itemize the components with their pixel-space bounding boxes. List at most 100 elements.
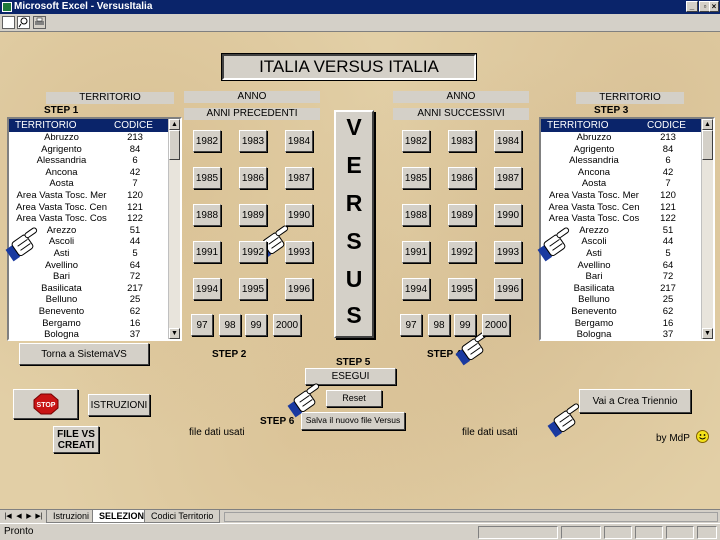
versus-letter: R	[345, 190, 363, 216]
year-button[interactable]: 1996	[285, 278, 313, 300]
year-button[interactable]: 1988	[193, 204, 221, 226]
year-button[interactable]: 1983	[448, 130, 476, 152]
list-item[interactable]: Bologna 37	[541, 329, 701, 341]
year-button[interactable]: 1982	[193, 130, 221, 152]
stop-button[interactable]: STOP	[13, 389, 78, 419]
tab-istruzioni[interactable]: Istruzioni	[46, 510, 97, 523]
territorio-code: 120	[660, 190, 676, 201]
scroll-thumb[interactable]	[702, 130, 713, 160]
list-item[interactable]: Agrigento 84	[9, 144, 168, 156]
list-item[interactable]: Ancona 42	[9, 167, 168, 179]
status-panel	[697, 526, 717, 539]
list-item[interactable]: Benevento 62	[9, 306, 168, 318]
year-button[interactable]: 1987	[494, 167, 522, 189]
list-item[interactable]: Aosta 7	[541, 178, 701, 190]
list-item[interactable]: Ancona 42	[541, 167, 701, 179]
list-item[interactable]: Bologna 37	[9, 329, 168, 341]
first-sheet-icon[interactable]: |◀	[3, 512, 13, 522]
close-button[interactable]: ×	[709, 1, 719, 12]
year-button[interactable]: 1993	[285, 241, 313, 263]
year-button[interactable]: 98	[219, 314, 241, 336]
list-item[interactable]: Alessandria 6	[541, 155, 701, 167]
list-item[interactable]: Bergamo 16	[9, 318, 168, 330]
list-item[interactable]: Belluno 25	[541, 294, 701, 306]
list-item[interactable]: Belluno 25	[9, 294, 168, 306]
year-button[interactable]: 1995	[239, 278, 267, 300]
minimize-button[interactable]: _	[686, 1, 698, 12]
year-button[interactable]: 97	[400, 314, 422, 336]
list-item[interactable]: Benevento 62	[541, 306, 701, 318]
torna-sistemavs-button[interactable]: Torna a SistemaVS	[19, 343, 149, 365]
list-scrollbar[interactable]: ▲ ▼	[168, 119, 180, 339]
crea-triennio-button[interactable]: Vai a Crea Triennio	[579, 389, 691, 413]
list-item[interactable]: Bari 72	[541, 271, 701, 283]
territorio-code: 84	[662, 143, 674, 155]
scroll-down-icon[interactable]: ▼	[169, 328, 180, 339]
year-button[interactable]: 1989	[448, 204, 476, 226]
prev-sheet-icon[interactable]: ◀	[14, 512, 24, 522]
year-button[interactable]: 1995	[448, 278, 476, 300]
print-icon[interactable]	[33, 16, 46, 29]
print-preview-icon[interactable]	[17, 16, 30, 29]
istruzioni-button[interactable]: ISTRUZIONI	[88, 394, 150, 416]
file-vs-creati-button[interactable]: FILE VS CREATI	[53, 426, 99, 453]
year-button[interactable]: 1991	[402, 241, 430, 263]
list-item[interactable]: Alessandria 6	[9, 155, 168, 167]
year-button[interactable]: 2000	[482, 314, 510, 336]
list-item[interactable]: Area Vasta Tosc. Cen 121	[9, 202, 168, 214]
year-button[interactable]: 1988	[402, 204, 430, 226]
year-button[interactable]: 1984	[494, 130, 522, 152]
year-button[interactable]: 1985	[402, 167, 430, 189]
list-item[interactable]: Area Vasta Tosc. Cen 121	[541, 202, 701, 214]
year-button[interactable]: 1994	[193, 278, 221, 300]
list-item[interactable]: Bergamo 16	[541, 318, 701, 330]
list-header: TERRITORIO CODICE	[541, 119, 701, 132]
new-file-icon[interactable]	[2, 16, 15, 29]
reset-button[interactable]: Reset	[326, 390, 382, 407]
list-item[interactable]: Bari 72	[9, 271, 168, 283]
list-item[interactable]: Basilicata 217	[541, 283, 701, 295]
list-item[interactable]: Abruzzo 213	[9, 132, 168, 144]
next-sheet-icon[interactable]: ▶	[24, 512, 34, 522]
year-button[interactable]: 2000	[273, 314, 301, 336]
sheet-tab-bar: |◀ ◀ ▶ ▶| Istruzioni SELEZIONE Codici Te…	[0, 509, 720, 523]
year-button[interactable]: 1982	[402, 130, 430, 152]
year-button[interactable]: 1986	[448, 167, 476, 189]
year-button[interactable]: 98	[428, 314, 450, 336]
year-button[interactable]: 1990	[494, 204, 522, 226]
year-button[interactable]: 1985	[193, 167, 221, 189]
year-button[interactable]: 99	[245, 314, 267, 336]
year-button[interactable]: 1991	[193, 241, 221, 263]
tab-codici-territorio[interactable]: Codici Territorio	[144, 510, 221, 523]
horizontal-scrollbar[interactable]	[224, 512, 718, 522]
list-item[interactable]: Basilicata 217	[9, 283, 168, 295]
year-button[interactable]: 1986	[239, 167, 267, 189]
year-button[interactable]: 1983	[239, 130, 267, 152]
list-item[interactable]: Area Vasta Tosc. Mer 120	[9, 190, 168, 202]
title-bar: Microsoft Excel - VersusItalia _ ▫ ×	[0, 0, 720, 14]
scroll-down-icon[interactable]: ▼	[702, 328, 713, 339]
year-button[interactable]: 1996	[494, 278, 522, 300]
scroll-up-icon[interactable]: ▲	[169, 119, 180, 130]
year-button[interactable]: 1994	[402, 278, 430, 300]
year-button[interactable]: 1984	[285, 130, 313, 152]
list-item[interactable]: Aosta 7	[9, 178, 168, 190]
list-item[interactable]: Area Vasta Tosc. Mer 120	[541, 190, 701, 202]
left-territorio-header: TERRITORIO	[46, 92, 174, 104]
territorio-code: 37	[662, 329, 674, 341]
year-button[interactable]: 1989	[239, 204, 267, 226]
scroll-thumb[interactable]	[169, 130, 180, 160]
territorio-code: 217	[127, 282, 143, 294]
last-sheet-icon[interactable]: ▶|	[34, 512, 44, 522]
scroll-up-icon[interactable]: ▲	[702, 119, 713, 130]
year-button[interactable]: 97	[191, 314, 213, 336]
year-button[interactable]: 1992	[448, 241, 476, 263]
year-button[interactable]: 99	[454, 314, 476, 336]
list-item[interactable]: Abruzzo 213	[541, 132, 701, 144]
year-button[interactable]: 1990	[285, 204, 313, 226]
year-button[interactable]: 1992	[239, 241, 267, 263]
list-scrollbar[interactable]: ▲ ▼	[701, 119, 713, 339]
year-button[interactable]: 1987	[285, 167, 313, 189]
year-button[interactable]: 1993	[494, 241, 522, 263]
list-item[interactable]: Agrigento 84	[541, 144, 701, 156]
